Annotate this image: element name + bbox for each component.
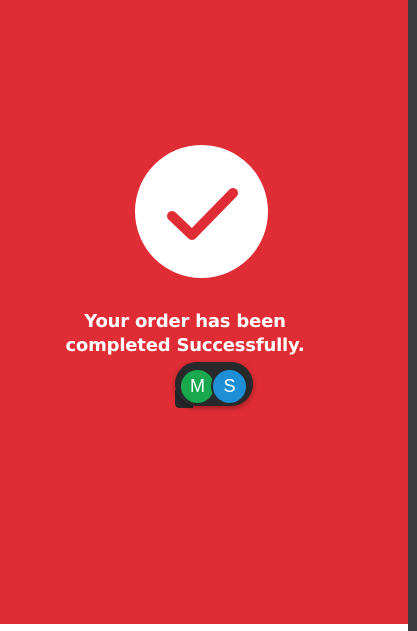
success-message-line-2: completed Successfully. xyxy=(65,335,305,356)
success-message-line-1: Your order has been xyxy=(84,311,286,332)
avatar-s[interactable]: S xyxy=(211,368,248,405)
success-circle xyxy=(135,145,268,278)
bottom-edge xyxy=(0,624,408,631)
checkmark-icon xyxy=(167,188,238,240)
window-edge xyxy=(408,0,417,631)
success-message: Your order has been completed Successful… xyxy=(40,310,330,358)
